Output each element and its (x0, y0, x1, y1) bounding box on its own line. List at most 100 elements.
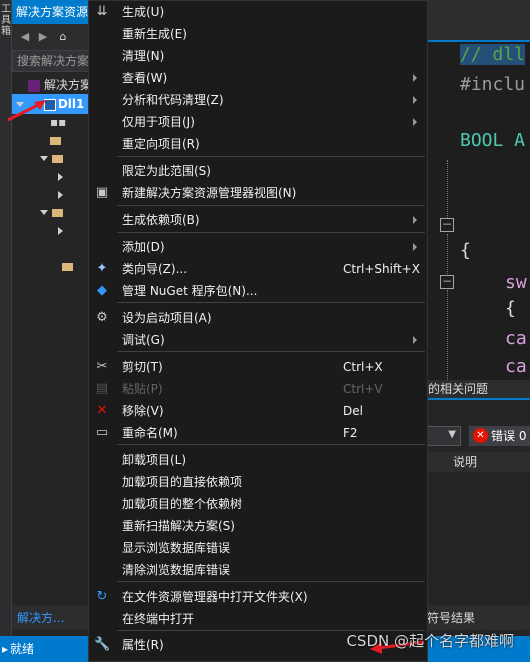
code-line: { (505, 298, 516, 319)
references-icon: ▪▪ (50, 115, 67, 129)
error-list-panel: 的相关问题 ▼ ✕ 错误 0 说明 (427, 380, 530, 636)
menu-item[interactable]: 调试(G) (89, 329, 427, 351)
collapse-icon[interactable] (58, 172, 63, 181)
menu-item[interactable]: ✦ 类向导(Z)... Ctrl+Shift+X (89, 258, 427, 280)
menu-item[interactable]: ▣ 新建解决方案资源管理器视图(N) (89, 182, 427, 204)
tree-item-folder[interactable] (12, 256, 92, 276)
folder-icon (62, 262, 73, 271)
menu-item[interactable]: ✂ 剪切(T) Ctrl+X (89, 356, 427, 378)
tree-item-file[interactable] (12, 166, 92, 186)
menu-item[interactable]: 重定向项目(R) (89, 133, 427, 155)
description-column-header[interactable]: 说明 (427, 452, 530, 472)
nuget-icon: ◆ (97, 283, 107, 298)
menu-separator (117, 581, 425, 582)
menu-item[interactable]: 卸载项目(L) (89, 449, 427, 471)
menu-item[interactable]: 在终端中打开 (89, 608, 427, 630)
tree-item-folder[interactable] (12, 148, 92, 168)
tree-item-solution[interactable]: 解决方案 (12, 75, 92, 95)
menu-item[interactable]: 重新扫描解决方案(S) (89, 515, 427, 537)
tree-item-folder[interactable] (12, 202, 92, 222)
menu-item-label: 属性(R) (122, 638, 164, 652)
menu-separator (117, 205, 425, 206)
menu-item-label: 生成依赖项(B) (122, 213, 200, 227)
menu-item[interactable]: 生成依赖项(B) (89, 209, 427, 231)
scissors-icon: ✂ (96, 359, 108, 374)
submenu-arrow-icon (413, 216, 417, 224)
code-line: BOOL A (460, 130, 526, 151)
menu-item-label: 粘贴(P) (122, 382, 163, 396)
menu-item[interactable]: 加载项目的整个依赖树 (89, 493, 427, 515)
menu-item[interactable]: 加载项目的直接依赖项 (89, 471, 427, 493)
tree-item-label: 解决方案 (44, 78, 92, 92)
code-line: // dll (460, 44, 526, 65)
menu-item-shortcut: F2 (343, 426, 358, 440)
forward-icon[interactable]: ▶ (36, 30, 50, 44)
remove-icon: ✕ (96, 403, 108, 418)
menu-item-label: 重定向项目(R) (122, 137, 200, 151)
errors-filter-button[interactable]: ✕ 错误 0 (469, 426, 530, 446)
menu-item[interactable]: 清除浏览数据库错误 (89, 559, 427, 581)
submenu-arrow-icon (413, 336, 417, 344)
back-icon[interactable]: ◀ (18, 30, 32, 44)
menu-item[interactable]: 添加(D) (89, 236, 427, 258)
menu-item[interactable]: 查看(W) (89, 67, 427, 89)
tree-item-folder[interactable] (12, 130, 92, 150)
code-line: ca (505, 356, 527, 377)
error-icon: ✕ (473, 428, 488, 443)
menu-item[interactable]: 重新生成(E) (89, 23, 427, 45)
menu-item-label: 分析和代码清理(Z) (122, 93, 224, 107)
menu-item-shortcut: Ctrl+V (343, 382, 383, 396)
solution-explorer-tab[interactable]: 解决方... (12, 606, 92, 630)
menu-item[interactable]: ⇊ 生成(U) (89, 1, 427, 23)
collapse-block-icon[interactable]: − (440, 218, 454, 232)
expand-icon[interactable] (40, 210, 48, 215)
collapse-icon[interactable] (58, 190, 63, 199)
collapse-icon[interactable] (58, 226, 63, 235)
menu-item-label: 查看(W) (122, 71, 168, 85)
errors-filter-label: 错误 0 (491, 429, 527, 443)
menu-item-shortcut: Ctrl+X (343, 360, 383, 374)
menu-item[interactable]: ↻ 在文件资源管理器中打开文件夹(X) (89, 586, 427, 608)
code-editor[interactable]: // dll #inclu BOOL A { sw { ca ca − − (427, 0, 530, 400)
menu-item[interactable]: 分析和代码清理(Z) (89, 89, 427, 111)
menu-item[interactable]: ◆ 管理 NuGet 程序包(N)... (89, 280, 427, 302)
menu-item[interactable]: 显示浏览数据库错误 (89, 537, 427, 559)
gear-icon: ⚙ (96, 310, 108, 325)
menu-item[interactable]: ▭ 重命名(M) F2 (89, 422, 427, 444)
menu-separator (117, 232, 425, 233)
menu-item-label: 管理 NuGet 程序包(N)... (122, 284, 258, 298)
menu-item-label: 清除浏览数据库错误 (122, 563, 231, 577)
tree-item-file[interactable] (12, 184, 92, 204)
error-panel-header: 的相关问题 (427, 380, 530, 398)
menu-item-label: 加载项目的直接依赖项 (122, 475, 243, 489)
menu-item-label: 生成(U) (122, 5, 165, 19)
menu-item-label: 加载项目的整个依赖树 (122, 497, 243, 511)
menu-item[interactable]: ✕ 移除(V) Del (89, 400, 427, 422)
scope-dropdown[interactable]: ▼ (427, 426, 461, 446)
solution-search-input[interactable]: 搜索解决方案 (12, 50, 92, 72)
menu-item-label: 显示浏览数据库错误 (122, 541, 231, 555)
collapse-block-icon[interactable]: − (440, 275, 454, 289)
menu-separator (117, 302, 425, 303)
menu-item[interactable]: 仅用于项目(J) (89, 111, 427, 133)
menu-item[interactable]: 清理(N) (89, 45, 427, 67)
menu-item-label: 重新扫描解决方案(S) (122, 519, 235, 533)
menu-item[interactable]: ⚙ 设为启动项目(A) (89, 307, 427, 329)
menu-item-label: 限定为此范围(S) (122, 164, 211, 178)
tree-item-file[interactable] (12, 220, 92, 240)
symbol-results-tab[interactable]: 符号结果 (427, 606, 530, 630)
refresh-folder-icon: ↻ (96, 589, 108, 604)
submenu-arrow-icon (413, 96, 417, 104)
class-wizard-icon: ✦ (96, 261, 108, 276)
symbol-results-label: 符号结果 (427, 611, 476, 625)
toolbox-label[interactable]: 工具箱 (0, 4, 12, 37)
submenu-arrow-icon (413, 118, 417, 126)
indent-guide (447, 234, 448, 274)
panel-divider (427, 398, 530, 400)
expand-icon[interactable] (40, 156, 48, 161)
annotation-arrow-icon (7, 100, 46, 122)
home-icon[interactable]: ⌂ (56, 30, 70, 44)
watermark: CSDN @起个名字都难啊 (346, 632, 514, 650)
menu-item[interactable]: 限定为此范围(S) (89, 160, 427, 182)
menu-item-label: 移除(V) (122, 404, 164, 418)
